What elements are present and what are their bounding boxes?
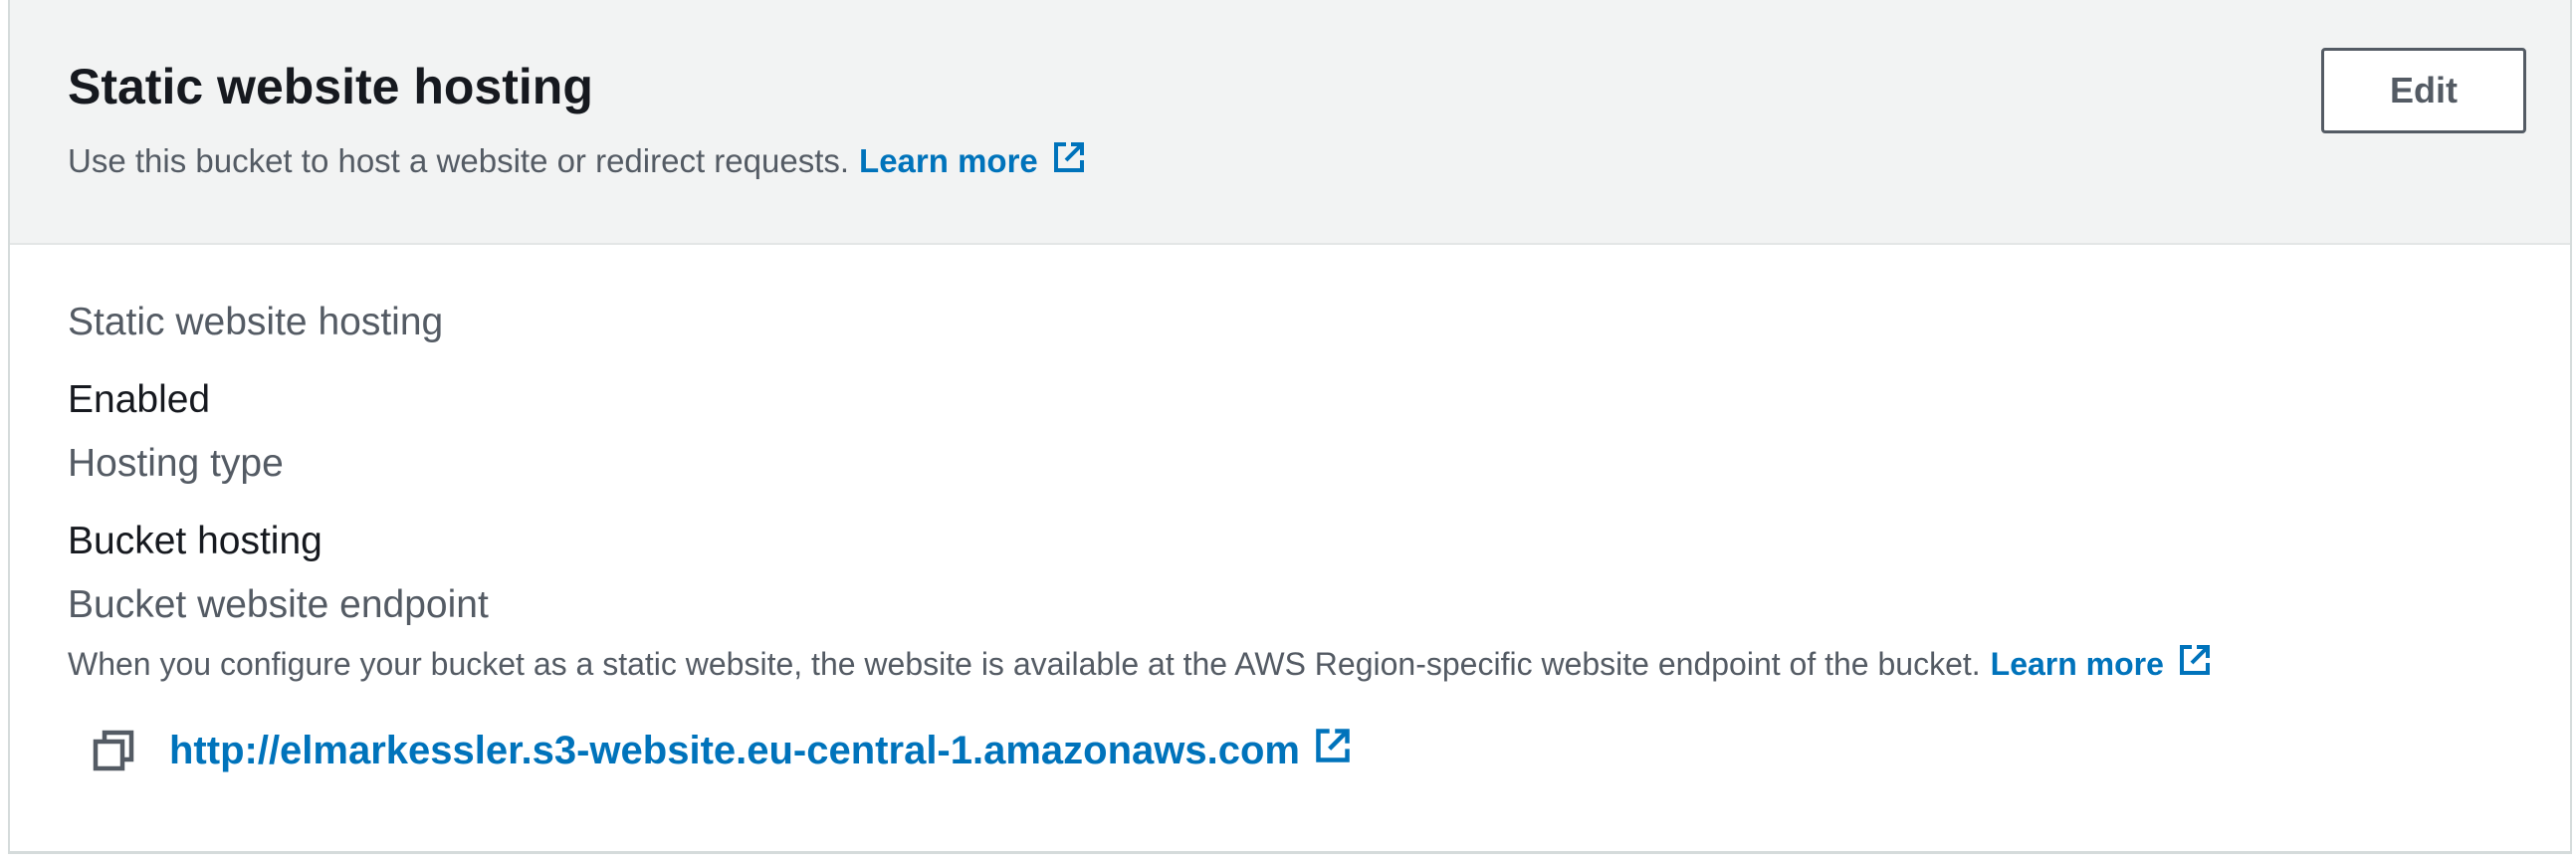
endpoint-url-link[interactable]: http://elmarkessler.s3-website.eu-centra… [169,727,1352,774]
static-website-hosting-panel: Static website hosting Use this bucket t… [8,0,2572,854]
hosting-type-value: Bucket hosting [68,520,322,562]
external-link-icon [2178,643,2212,685]
learn-more-label: Learn more [859,142,1038,179]
panel-header: Static website hosting Use this bucket t… [10,0,2570,245]
panel-description-text: Use this bucket to host a website or red… [68,142,850,179]
endpoint-row: http://elmarkessler.s3-website.eu-centra… [92,727,1352,774]
endpoint-label: Bucket website endpoint [68,583,489,626]
endpoint-url-label: http://elmarkessler.s3-website.eu-centra… [169,728,1300,772]
external-link-icon [1052,140,1086,182]
endpoint-learn-more-link[interactable]: Learn more [1991,643,2212,685]
hosting-value: Enabled [68,378,211,421]
edit-button[interactable]: Edit [2321,48,2526,133]
copy-icon[interactable] [92,729,135,772]
panel-description: Use this bucket to host a website or red… [68,140,1086,182]
panel-title: Static website hosting [68,59,593,114]
endpoint-description-text: When you configure your bucket as a stat… [68,645,1981,682]
hosting-type-label: Hosting type [68,442,284,485]
learn-more-link[interactable]: Learn more [859,140,1086,182]
endpoint-learn-more-label: Learn more [1990,645,2164,682]
endpoint-description: When you configure your bucket as a stat… [68,643,2212,685]
hosting-label: Static website hosting [68,301,444,343]
external-link-icon [1314,727,1352,774]
